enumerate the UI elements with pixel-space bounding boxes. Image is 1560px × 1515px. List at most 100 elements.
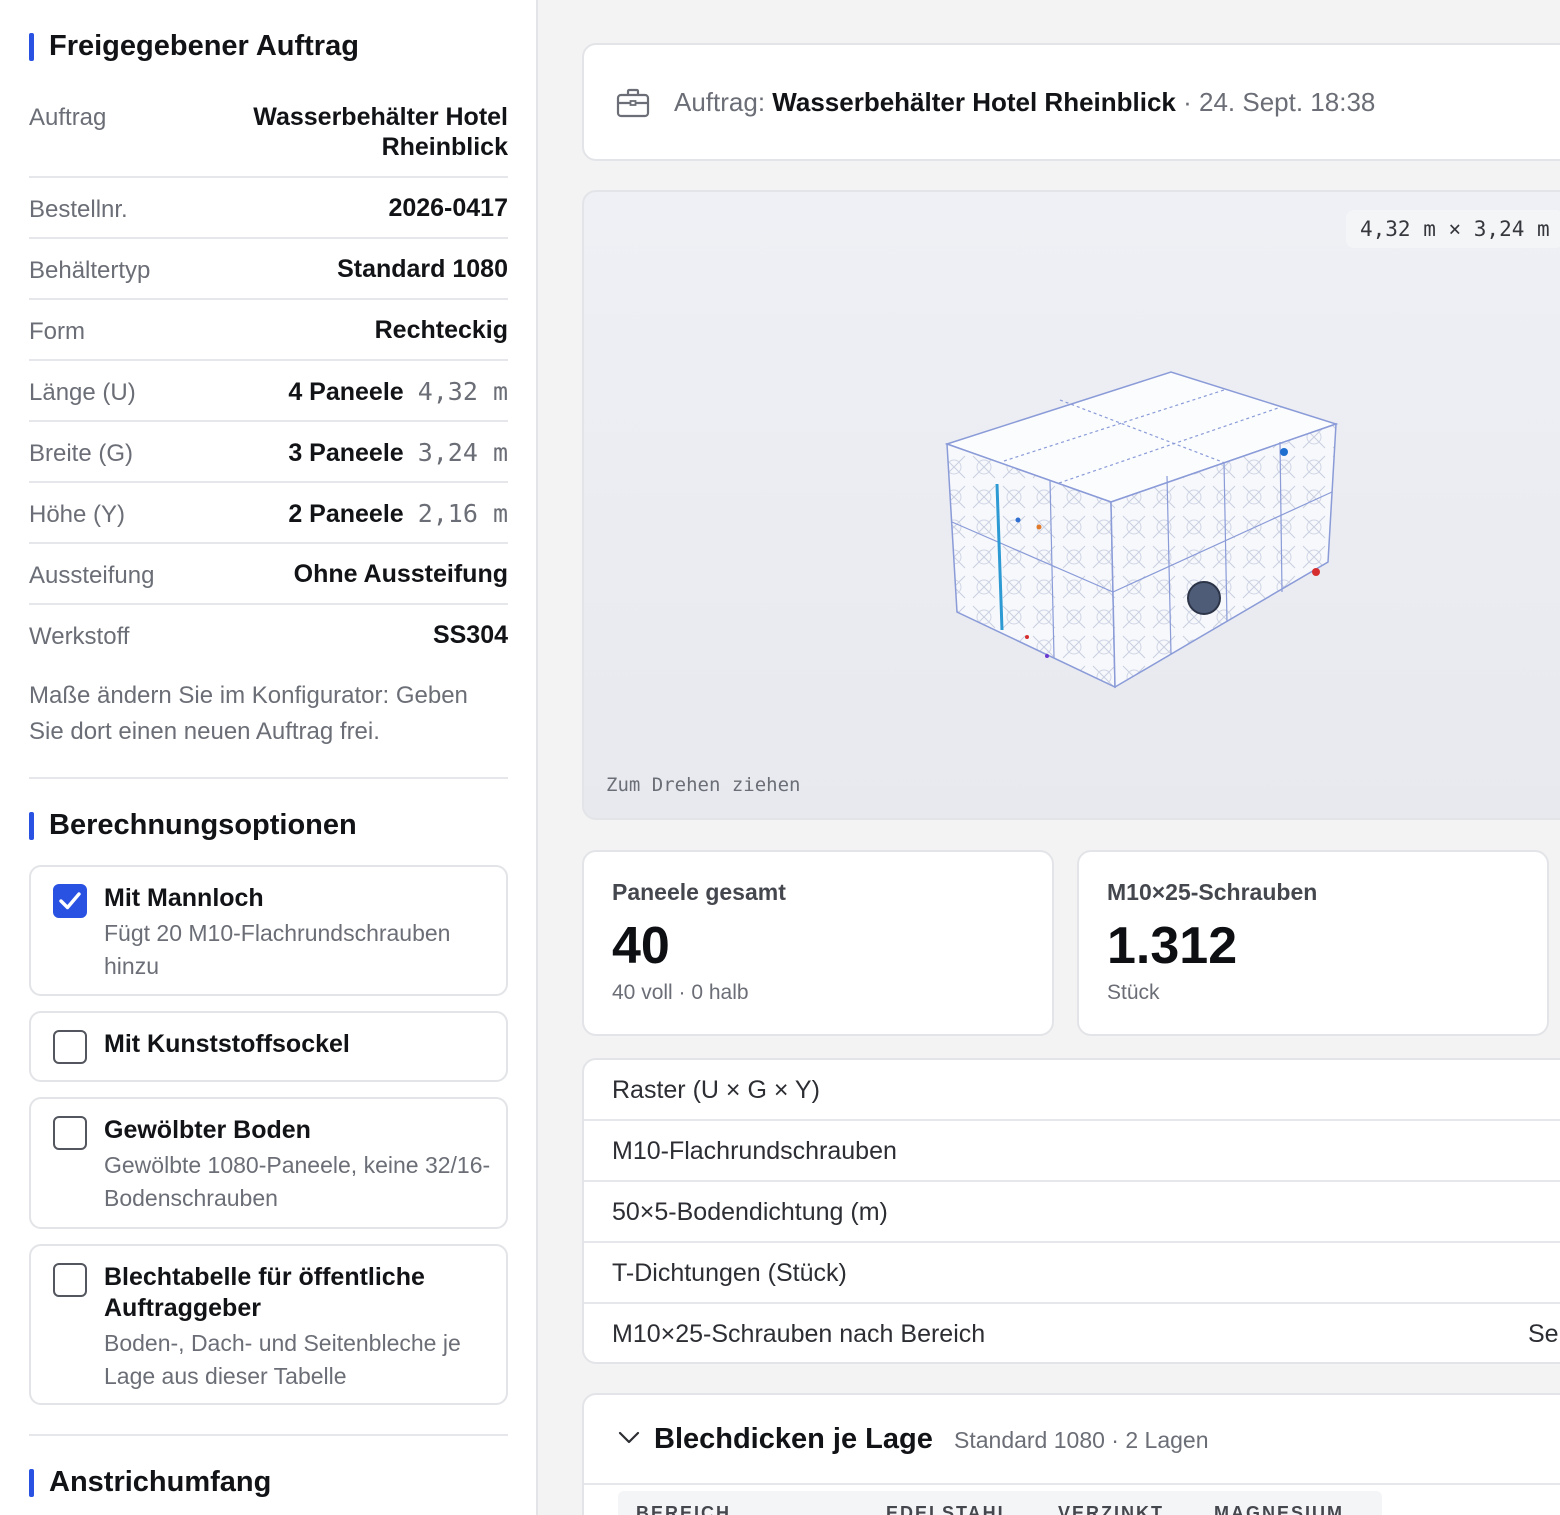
heading-accent [29,1468,34,1497]
row-auftrag: Auftrag Wasserbehälter Hotel Rheinblick [29,90,508,178]
summary-row: 50×5-Bodendichtung (m) [584,1182,1560,1243]
fitting [1045,654,1049,658]
row-laenge: Länge (U) 4 Paneele 4,32 m [29,361,508,422]
row-werkstoff: Werkstoff SS304 [29,605,508,666]
summary-table: Raster (U × G × Y) M10-Flachrundschraube… [582,1058,1560,1364]
row-value: 2026-0417 [388,194,508,222]
released-order-title: Freigegebener Auftrag [49,30,359,62]
tank-model[interactable] [939,362,1339,692]
row-behaeltertyp: Behältertyp Standard 1080 [29,239,508,300]
row-value: Standard 1080 [337,255,508,283]
row-label: Auftrag [29,104,107,131]
row-label: Länge (U) [29,379,136,406]
option-curved-floor[interactable]: Gewölbter Boden Gewölbte 1080-Paneele, k… [29,1097,508,1229]
row-value: Wasserbehälter Hotel Rheinblick [253,103,508,161]
panel-count: 2 Paneele [288,500,404,528]
measure: 4,32 m [417,377,508,406]
row-hoehe: Höhe (Y) 2 Paneele 2,16 m [29,483,508,544]
row-label: Bestellnr. [29,196,128,223]
option-public-sheet-table[interactable]: Blechtabelle für öffentliche Auftraggebe… [29,1244,508,1405]
option-title: Blechtabelle für öffentliche Auftraggebe… [104,1263,425,1322]
calc-options-heading: Berechnungsoptionen [29,809,357,842]
summary-row[interactable]: M10×25-Schrauben nach Bereich Se [584,1304,1560,1362]
panel-count: 4 Paneele [288,378,404,406]
stat-value: 1.312 [1107,917,1238,975]
chevron-down-icon[interactable] [618,1431,640,1450]
row-value: 2 Paneele 2,16 m [288,499,508,529]
thickness-table-header: BEREICH EDELSTAHL VERZINKT MAGNESIUM [618,1491,1382,1515]
plastic-base-checkbox[interactable] [53,1030,87,1064]
order-meta: · 24. Sept. 18:38 [1175,87,1376,117]
summary-row: M10-Flachrundschrauben [584,1121,1560,1182]
option-desc: Gewölbte 1080-Paneele, keine 32/16-Boden… [104,1152,491,1211]
row-label: Aussteifung [29,562,155,589]
stat-label: Paneele gesamt [612,879,786,905]
row-label: Höhe (Y) [29,501,126,528]
option-desc: Fügt 20 M10-Flachrundschrauben hinzu [104,920,451,979]
measure: 2,16 m [417,499,508,528]
stat-bolts: M10×25-Schrauben 1.312 Stück [1077,850,1549,1036]
option-title: Mit Kunststoffsockel [104,1030,350,1058]
row-label: Werkstoff [29,623,130,650]
fitting [1025,635,1029,639]
column-header: MAGNESIUM [1214,1503,1344,1515]
briefcase-icon [616,88,650,123]
coating-heading: Anstrichumfang [29,1466,271,1499]
row-label: Form [29,318,85,345]
stat-panels-total: Paneele gesamt 40 40 voll · 0 halb [582,850,1054,1036]
manhole [1187,581,1221,615]
option-desc: Boden-, Dach- und Seitenbleche je Lage a… [104,1330,461,1389]
row-bestellnr: Bestellnr. 2026-0417 [29,178,508,239]
heading-accent [29,811,34,840]
order-summary: Auftrag: Wasserbehälter Hotel Rheinblick… [674,87,1375,118]
row-aussteifung: Aussteifung Ohne Aussteifung [29,544,508,605]
option-title: Gewölbter Boden [104,1116,311,1144]
panel-count: 3 Paneele [288,439,404,467]
summary-label: Raster (U × G × Y) [612,1076,820,1104]
summary-label: 50×5-Bodendichtung (m) [612,1198,888,1226]
column-header: EDELSTAHL [886,1503,1011,1515]
sheet-thickness-section: Blechdicken je Lage Standard 1080 · 2 La… [582,1393,1560,1515]
stat-value: 40 [612,917,670,975]
row-label: Breite (G) [29,440,134,467]
option-manhole[interactable]: Mit Mannloch Fügt 20 M10-Flachrundschrau… [29,865,508,996]
thickness-title[interactable]: Blechdicken je Lage [654,1423,933,1456]
order-card: Auftrag: Wasserbehälter Hotel Rheinblick… [582,43,1560,161]
stat-sub: 40 voll · 0 halb [612,981,749,1004]
public-sheet-table-checkbox[interactable] [53,1263,87,1297]
stat-sub: Stück [1107,981,1160,1004]
divider [29,1434,508,1436]
measure: 3,24 m [417,438,508,467]
divider [29,777,508,779]
thickness-meta: Standard 1080 · 2 Lagen [954,1427,1209,1453]
manhole-checkbox[interactable] [53,884,87,918]
row-label: Behältertyp [29,257,151,284]
configurator-note: Maße ändern Sie im Konfigurator: Geben S… [29,682,468,745]
curved-floor-checkbox[interactable] [53,1116,87,1150]
dimensions-badge: 4,32 m × 3,24 m [1346,210,1560,248]
heading-accent [29,32,34,61]
row-value: SS304 [432,621,508,649]
summary-label: M10×25-Schrauben nach Bereich [612,1320,986,1348]
released-order-heading: Freigegebener Auftrag [29,30,359,63]
summary-row: Raster (U × G × Y) [584,1060,1560,1121]
option-plastic-base[interactable]: Mit Kunststoffsockel [29,1011,508,1082]
fitting [1015,517,1021,523]
order-name: Wasserbehälter Hotel Rheinblick [772,87,1176,117]
option-title: Mit Mannloch [104,884,264,912]
stat-label: M10×25-Schrauben [1107,879,1318,905]
summary-label: M10-Flachrundschrauben [612,1137,897,1165]
fitting [1036,524,1042,530]
column-header: VERZINKT [1058,1503,1164,1515]
row-value: 3 Paneele 3,24 m [288,438,508,468]
calc-options-title: Berechnungsoptionen [49,809,357,841]
row-value: Rechteckig [374,316,508,344]
order-prefix: Auftrag: [674,87,766,117]
tank-3d-viewer[interactable]: 4,32 m × 3,24 m Zum Drehen ziehen [582,190,1560,820]
summary-value: Se [1528,1320,1559,1348]
coating-title: Anstrichumfang [49,1466,272,1498]
check-icon [59,892,81,910]
divider [584,1483,1560,1485]
fitting [1312,568,1320,576]
drag-hint: Zum Drehen ziehen [606,774,801,796]
